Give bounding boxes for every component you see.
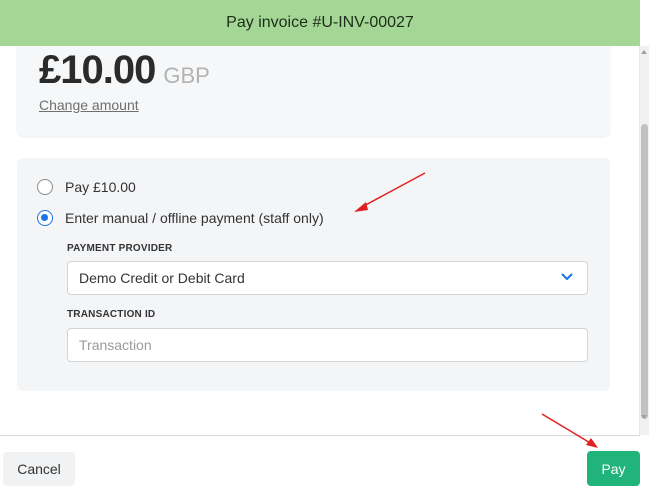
amount-display: £10.00 GBP	[39, 48, 210, 93]
manual-payment-option[interactable]: Enter manual / offline payment (staff on…	[37, 210, 324, 226]
modal-title: Pay invoice #U-INV-00027	[226, 14, 414, 31]
modal-body[interactable]: £10.00 GBP Change amount Pay £10.00 Ente…	[0, 46, 640, 435]
pay-online-option[interactable]: Pay £10.00	[37, 179, 136, 195]
manual-payment-radio[interactable]	[37, 210, 53, 226]
modal-header: Pay invoice #U-INV-00027	[0, 0, 640, 46]
scroll-up-icon[interactable]	[641, 50, 647, 54]
change-amount-link[interactable]: Change amount	[39, 97, 139, 113]
payment-provider-select[interactable]: Demo Credit or Debit Card	[67, 261, 588, 295]
pay-online-radio[interactable]	[37, 179, 53, 195]
manual-payment-label: Enter manual / offline payment (staff on…	[65, 210, 324, 226]
modal-scrollbar[interactable]	[639, 46, 649, 435]
scroll-down-icon[interactable]	[641, 415, 647, 419]
pay-online-label: Pay £10.00	[65, 179, 136, 195]
payment-provider-value: Demo Credit or Debit Card	[79, 270, 245, 286]
modal-footer: Cancel Pay	[0, 435, 640, 495]
pay-button[interactable]: Pay	[587, 451, 640, 486]
transaction-id-label: TRANSACTION ID	[67, 309, 156, 320]
transaction-id-input[interactable]	[67, 328, 588, 362]
amount-currency: GBP	[163, 63, 210, 88]
amount-value: £10.00	[39, 48, 156, 92]
scrollbar-thumb[interactable]	[641, 124, 648, 419]
chevron-down-icon	[561, 273, 573, 280]
cancel-button[interactable]: Cancel	[3, 452, 75, 486]
payment-method-card: Pay £10.00 Enter manual / offline paymen…	[17, 158, 610, 391]
payment-provider-label: PAYMENT PROVIDER	[67, 243, 173, 254]
amount-card: £10.00 GBP Change amount	[17, 46, 610, 136]
